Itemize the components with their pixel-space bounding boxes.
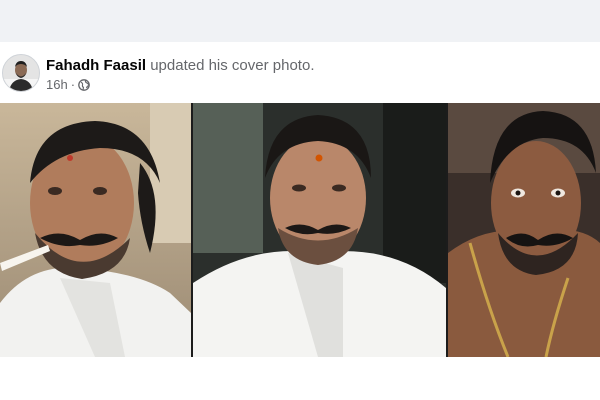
meta-separator: ·: [70, 77, 76, 92]
photo-right-image: [448, 103, 600, 357]
author-avatar[interactable]: [2, 54, 40, 92]
post-meta: 16h ·: [46, 77, 90, 93]
cover-photo-center[interactable]: [193, 103, 446, 357]
photo-center-image: [193, 103, 446, 357]
author-name-link[interactable]: Fahadh Faasil: [46, 57, 146, 74]
top-bar: [0, 0, 600, 42]
photo-left-image: [0, 103, 191, 357]
post-headline: Fahadh Faasil updated his cover photo.: [46, 57, 314, 75]
cover-photo-collage[interactable]: [0, 103, 600, 357]
post-header: Fahadh Faasil updated his cover photo. 1…: [0, 54, 600, 98]
post-action-text: updated his cover photo.: [146, 57, 315, 74]
feed-post: Fahadh Faasil updated his cover photo. 1…: [0, 42, 600, 400]
cover-photo-left[interactable]: [0, 103, 191, 357]
avatar-image: [3, 55, 39, 91]
post-timestamp[interactable]: 16h: [46, 77, 68, 93]
globe-icon[interactable]: [78, 79, 90, 91]
cover-photo-right[interactable]: [448, 103, 600, 357]
